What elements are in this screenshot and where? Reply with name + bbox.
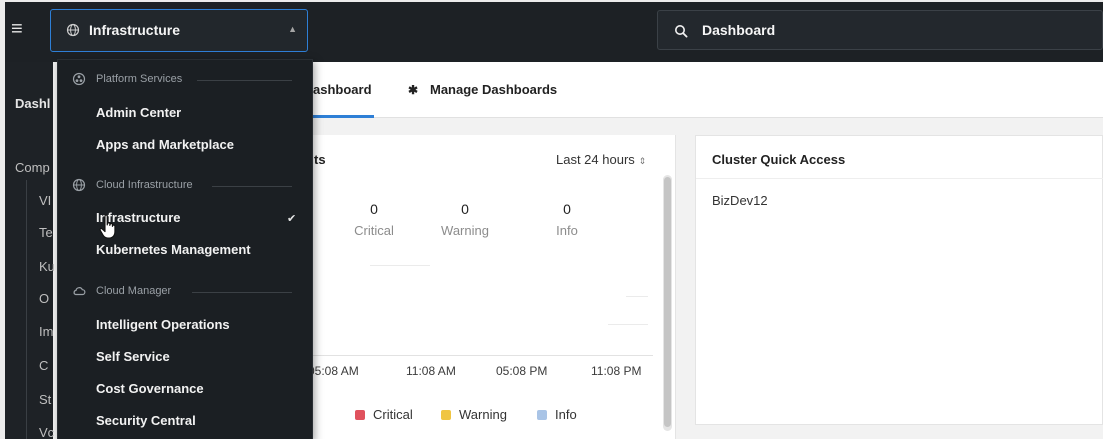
menu-group-platform-services: Platform Services — [72, 72, 302, 88]
legend-swatch — [537, 410, 547, 420]
menu-group-cloud-infrastructure: Cloud Infrastructure — [72, 178, 302, 194]
left-nav: Dashl Comp VI Te Ku O Im C St Vc — [5, 62, 55, 439]
menu-item-apps-and-marketplace[interactable]: Apps and Marketplace — [96, 137, 234, 152]
search-input[interactable]: Dashboard — [657, 10, 1103, 50]
time-range-value: Last 24 hours — [556, 152, 635, 167]
dashboard-tabs: ashboard ✱ Manage Dashboards — [308, 62, 1103, 118]
legend-label: Critical — [373, 407, 413, 422]
x-tick-label: 05:08 PM — [496, 364, 548, 378]
hand-pointer-icon — [99, 214, 116, 239]
stat-warning: 0 Warning — [420, 201, 510, 238]
widget-title: Cluster Quick Access — [712, 152, 846, 167]
stat-value: 0 — [370, 201, 378, 217]
nav-sub-item[interactable]: Im — [39, 324, 53, 339]
globe-icon — [66, 23, 80, 37]
stat-critical: 0 Critical — [329, 201, 419, 238]
gear-icon: ✱ — [408, 83, 419, 97]
legend-item-critical[interactable]: Critical — [355, 407, 413, 422]
legend-label: Warning — [459, 407, 507, 422]
stat-value: 0 — [461, 201, 469, 217]
x-tick-label: 11:08 AM — [406, 364, 456, 378]
nav-sub-item[interactable]: Vc — [39, 425, 54, 439]
globe-icon — [72, 178, 86, 192]
widget-scrollbar[interactable] — [663, 175, 672, 431]
chart-gridline — [370, 265, 430, 266]
nav-sub-item[interactable]: C — [39, 358, 48, 373]
divider — [696, 178, 1103, 179]
stat-info: 0 Info — [522, 201, 612, 238]
legend-item-info[interactable]: Info — [537, 407, 577, 422]
menu-item-security-central[interactable]: Security Central — [96, 413, 196, 428]
widget-title: ts — [314, 152, 326, 167]
time-range-select[interactable]: Last 24 hours ⇕ — [556, 152, 646, 167]
top-bar: ≡ Infrastructure ▲ Dashboard — [5, 2, 1103, 62]
nav-rail — [26, 180, 27, 439]
legend-item-warning[interactable]: Warning — [441, 407, 507, 422]
chart-baseline — [308, 355, 653, 356]
x-tick-label: 05:08 AM — [308, 364, 359, 378]
stat-label: Critical — [354, 223, 394, 238]
nav-item-dashboard[interactable]: Dashl — [15, 96, 50, 111]
menu-item-kubernetes-management[interactable]: Kubernetes Management — [96, 242, 251, 257]
tab-manage-label: Manage Dashboards — [430, 82, 558, 97]
cluster-quick-access-widget: Cluster Quick Access BizDev12 — [695, 135, 1103, 425]
legend-swatch — [441, 410, 451, 420]
hamburger-icon[interactable]: ≡ — [11, 19, 29, 39]
app-switcher-menu: Platform Services Admin Center Apps and … — [57, 59, 313, 439]
platform-services-icon — [72, 72, 86, 86]
search-value: Dashboard — [702, 22, 776, 38]
menu-item-intelligent-operations[interactable]: Intelligent Operations — [96, 317, 230, 332]
tab-manage-dashboards[interactable]: ✱ Manage Dashboards — [408, 82, 557, 97]
divider — [197, 80, 292, 81]
chart-gridline — [608, 324, 648, 325]
nav-sub-item[interactable]: Ku — [39, 259, 55, 274]
menu-group-label: Cloud Manager — [96, 285, 172, 297]
app-switcher-title: Infrastructure — [89, 22, 181, 38]
stat-label: Warning — [441, 223, 489, 238]
cloud-icon — [73, 287, 86, 296]
menu-group-label: Platform Services — [96, 73, 183, 85]
chevron-up-down-icon: ⇕ — [638, 156, 647, 166]
stat-label: Info — [556, 223, 578, 238]
divider — [212, 186, 292, 187]
checkmark-icon: ✔ — [287, 213, 297, 225]
nav-sub-item[interactable]: Te — [39, 225, 53, 240]
legend-swatch — [355, 410, 365, 420]
nav-sub-item[interactable]: St — [39, 392, 51, 407]
menu-item-cost-governance[interactable]: Cost Governance — [96, 381, 204, 396]
stat-value: 0 — [563, 201, 571, 217]
app-window: ≡ Infrastructure ▲ Dashboard Dashl Comp … — [5, 2, 1103, 439]
search-icon — [675, 25, 688, 38]
app-switcher[interactable]: Infrastructure ▲ — [50, 9, 308, 52]
active-tab-indicator — [308, 115, 374, 118]
menu-group-cloud-manager: Cloud Manager — [72, 284, 302, 300]
menu-group-label: Cloud Infrastructure — [96, 179, 193, 191]
cluster-link[interactable]: BizDev12 — [712, 193, 768, 208]
nav-item-compute[interactable]: Comp — [15, 160, 50, 175]
x-tick-label: 11:08 PM — [591, 364, 642, 378]
menu-item-self-service[interactable]: Self Service — [96, 349, 170, 364]
nav-sub-item[interactable]: O — [39, 291, 49, 306]
tab-dashboard[interactable]: ashboard — [308, 62, 374, 118]
alerts-widget: ts Last 24 hours ⇕ 0 Critical 0 Warning 0… — [308, 135, 676, 439]
menu-item-admin-center[interactable]: Admin Center — [96, 105, 181, 120]
nav-sub-item[interactable]: VI — [39, 193, 51, 208]
divider — [192, 292, 292, 293]
tab-dashboard-label: ashboard — [313, 82, 372, 97]
legend-label: Info — [555, 407, 577, 422]
scrollbar-thumb[interactable] — [664, 177, 671, 427]
caret-up-icon: ▲ — [288, 24, 297, 34]
chart-gridline — [626, 296, 648, 297]
